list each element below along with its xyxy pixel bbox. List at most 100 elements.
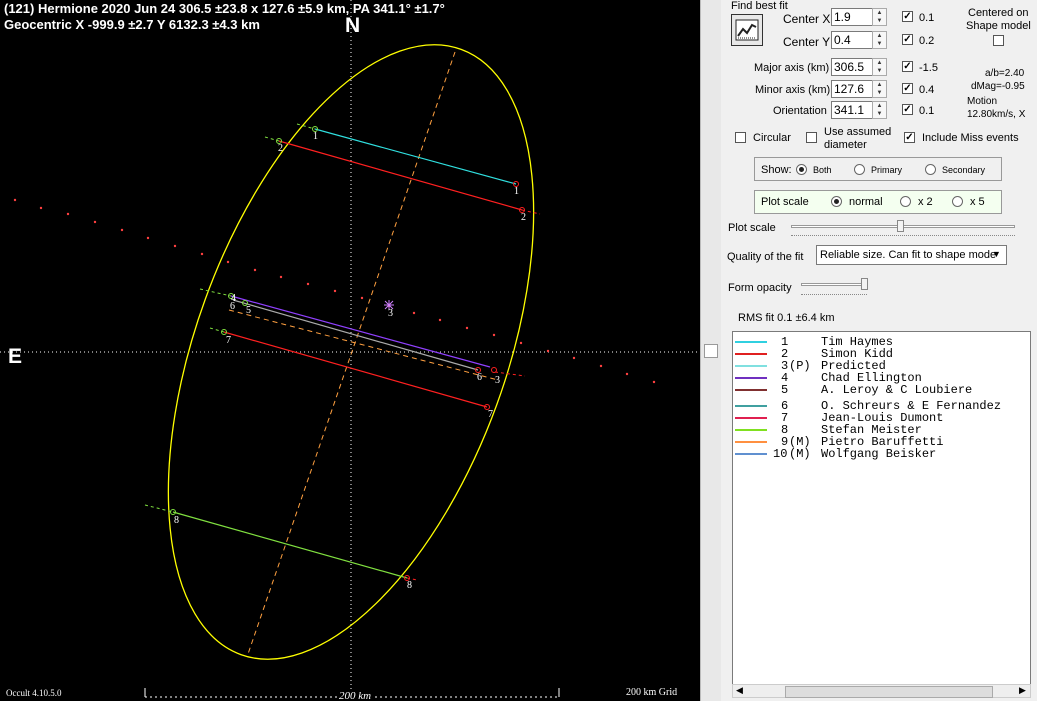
center-x-checkbox[interactable]: ✓ <box>902 11 913 22</box>
major-axis-spinner[interactable]: ▲ ▼ <box>872 58 887 76</box>
major-axis-checkbox[interactable]: ✓ <box>902 61 913 72</box>
scale-x2-label: x 2 <box>918 196 933 208</box>
chord-label-3-center: 3 <box>388 308 393 319</box>
minor-axis-input[interactable]: 127.6 <box>831 80 873 98</box>
show-both-label: Both <box>813 165 832 175</box>
use-assumed-checkbox[interactable] <box>806 132 817 143</box>
legend-color-swatch <box>735 453 767 455</box>
scroll-left-icon[interactable]: ◀ <box>736 685 743 696</box>
legend-color-swatch <box>735 417 767 419</box>
plot-scale-ticks <box>791 231 1015 236</box>
motion-value: 12.80km/s, X <box>967 109 1026 120</box>
chord-label-7-end: 7 <box>488 409 493 420</box>
chord-endpoints <box>170 126 525 581</box>
orientation-input[interactable]: 341.1 <box>831 101 873 119</box>
fit-chart-icon <box>735 19 759 41</box>
center-y-label: Center Y <box>783 35 831 49</box>
scale-normal-radio[interactable] <box>831 196 842 207</box>
legend-observer-name: Wolfgang Beisker <box>821 447 937 461</box>
use-assumed-label-2: diameter <box>824 139 867 151</box>
chord-label-3: 3 <box>495 375 500 386</box>
plot-geocentric: Geocentric X -999.9 ±2.7 Y 6132.3 ±4.3 k… <box>4 17 260 32</box>
circular-checkbox[interactable] <box>735 132 746 143</box>
opacity-slider-track[interactable] <box>801 283 867 286</box>
legend-observer-name: A. Leroy & C Loubiere <box>821 383 973 397</box>
scroll-right-icon[interactable]: ▶ <box>1019 685 1026 696</box>
quality-select[interactable]: Reliable size. Can fit to shape mode ▼ <box>816 245 1007 265</box>
east-label: E <box>8 345 23 368</box>
orientation-checkbox[interactable]: ✓ <box>902 104 913 115</box>
legend-horizontal-scrollbar[interactable]: ◀ ▶ <box>732 684 1031 698</box>
quality-label: Quality of the fit <box>727 251 804 263</box>
show-primary-radio[interactable] <box>854 164 865 175</box>
centered-on-shape-checkbox[interactable] <box>993 35 1004 46</box>
major-axis-label: Major axis (km) <box>754 62 830 74</box>
scale-normal-label: normal <box>849 196 883 208</box>
centered-on-label-2: Shape model <box>966 20 1031 32</box>
legend-color-swatch <box>735 405 767 407</box>
chord-4 <box>230 295 491 368</box>
include-miss-label: Include Miss events <box>922 132 1019 144</box>
scale-label: 200 km <box>337 690 374 701</box>
chord-label-7: 7 <box>226 335 231 346</box>
find-best-fit-button[interactable] <box>731 14 763 46</box>
chord-label-5: 5 <box>246 305 251 316</box>
plot-title: (121) Hermione 2020 Jun 24 306.5 ±23.8 x… <box>4 1 445 16</box>
include-miss-checkbox[interactable]: ✓ <box>904 132 915 143</box>
grid-label: 200 km Grid <box>626 687 678 698</box>
opacity-slider-thumb[interactable] <box>861 278 868 290</box>
show-both-radio[interactable] <box>796 164 807 175</box>
minor-axis-spinner[interactable]: ▲ ▼ <box>872 80 887 98</box>
show-label: Show: <box>761 164 792 176</box>
chord-1 <box>314 128 517 185</box>
dmag: dMag=-0.95 <box>971 81 1025 92</box>
chord-label-8: 8 <box>174 515 179 526</box>
center-y-checkbox[interactable]: ✓ <box>902 34 913 45</box>
major-axis-step: -1.5 <box>919 62 938 74</box>
occultation-plot[interactable]: (121) Hermione 2020 Jun 24 306.5 ±23.8 x… <box>0 0 700 701</box>
chord-label-6-end: 6 <box>477 372 482 383</box>
control-panel: Find best fit Center X 1.9 ▲ ▼ ✓ 0.1 Cent… <box>721 0 1037 701</box>
plot-canvas <box>0 0 700 701</box>
chord-label-2-end: 2 <box>521 212 526 223</box>
observer-legend[interactable]: 1 Tim Haymes 2 Simon Kidd 3 (P) Predicted 4 C… <box>732 331 1031 686</box>
center-x-spinner[interactable]: ▲ ▼ <box>872 8 887 26</box>
scale-x2-radio[interactable] <box>900 196 911 207</box>
center-x-input[interactable]: 1.9 <box>831 8 873 26</box>
chord-label-1-end: 1 <box>514 186 519 197</box>
major-axis-input[interactable]: 306.5 <box>831 58 873 76</box>
legend-tag <box>789 384 811 396</box>
predicted-path-dots <box>13 198 656 384</box>
legend-color-swatch <box>735 341 767 343</box>
chord-label-8-end: 8 <box>407 580 412 591</box>
splitter-scrollbar[interactable] <box>700 0 721 701</box>
center-y-input[interactable]: 0.4 <box>831 31 873 49</box>
legend-number: 5 <box>781 383 789 397</box>
legend-color-swatch <box>735 377 767 379</box>
center-x-label: Center X <box>783 12 831 26</box>
chord-8 <box>172 511 408 579</box>
orientation-label: Orientation <box>773 105 827 117</box>
show-secondary-radio[interactable] <box>925 164 936 175</box>
use-assumed-label-1: Use assumed <box>824 126 892 138</box>
version-label: Occult 4.10.5.0 <box>6 688 62 698</box>
minor-axis-checkbox[interactable]: ✓ <box>902 83 913 94</box>
center-y-spinner[interactable]: ▲ ▼ <box>872 31 887 49</box>
plot-scale-slider-label: Plot scale <box>728 222 776 234</box>
scale-x5-radio[interactable] <box>952 196 963 207</box>
circular-label: Circular <box>753 132 791 144</box>
minor-axis-label: Minor axis (km) <box>755 84 831 96</box>
legend-scroll-thumb[interactable] <box>785 686 993 698</box>
asteroid-outline-ellipse <box>167 44 535 660</box>
find-best-fit-label: Find best fit <box>731 0 788 12</box>
north-label: N <box>345 14 361 37</box>
legend-color-swatch <box>735 353 767 355</box>
center-x-step: 0.1 <box>919 12 935 24</box>
orientation-spinner[interactable]: ▲ ▼ <box>872 101 887 119</box>
chord-label-1: 1 <box>313 131 318 142</box>
minor-axis-step: 0.4 <box>919 84 935 96</box>
plot-scale-group-label: Plot scale <box>761 196 809 208</box>
splitter-thumb[interactable] <box>704 344 718 358</box>
legend-color-swatch <box>735 429 767 431</box>
show-secondary-label: Secondary <box>942 165 986 175</box>
